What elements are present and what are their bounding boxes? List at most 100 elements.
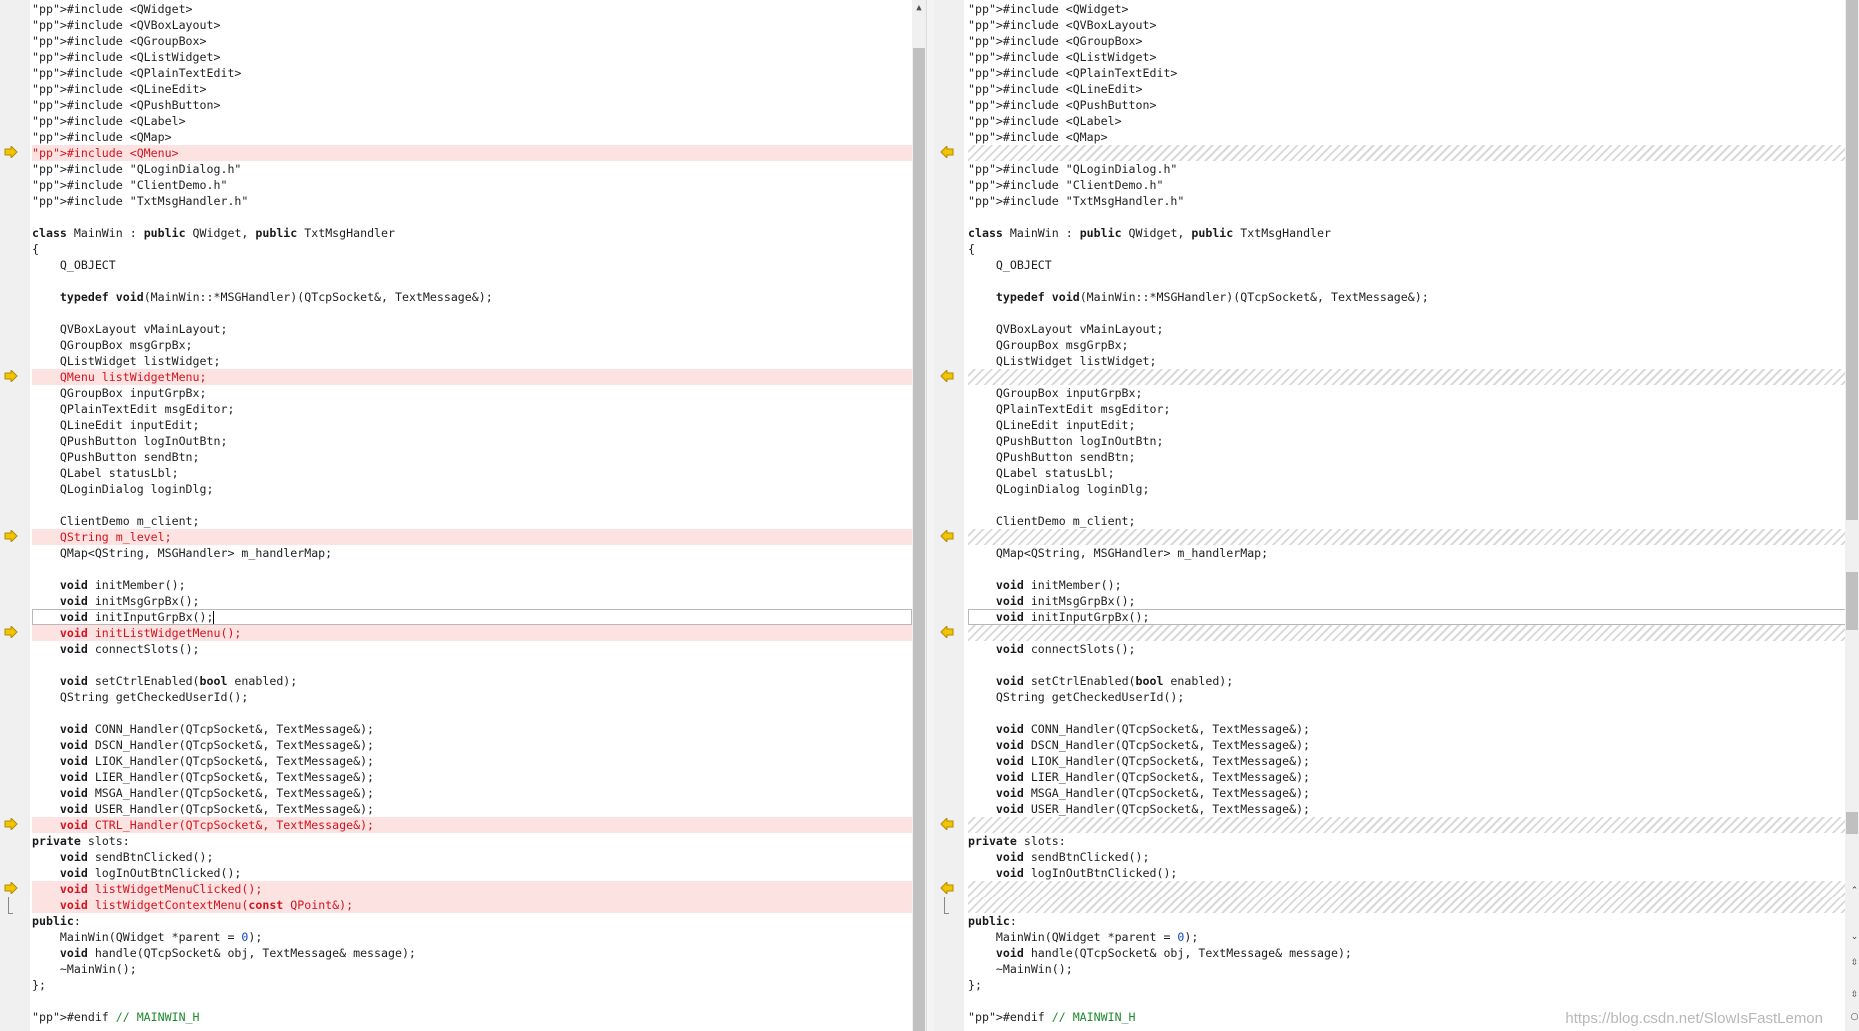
code-line[interactable]: ClientDemo m_client; — [968, 513, 1851, 529]
code-line[interactable]: void listWidgetMenuClicked(); — [4, 881, 912, 897]
code-line[interactable]: QGroupBox inputGrpBx; — [32, 385, 912, 401]
code-line[interactable]: void CONN_Handler(QTcpSocket&, TextMessa… — [32, 721, 912, 737]
code-line[interactable]: "pp">#include <QVBoxLayout> — [968, 17, 1851, 33]
code-line[interactable]: QPushButton logInOutBtn; — [32, 433, 912, 449]
code-line[interactable]: void MSGA_Handler(QTcpSocket&, TextMessa… — [968, 785, 1851, 801]
code-line[interactable]: QVBoxLayout vMainLayout; — [968, 321, 1851, 337]
arrow-right-icon[interactable] — [940, 146, 956, 160]
code-line[interactable]: void MSGA_Handler(QTcpSocket&, TextMessa… — [32, 785, 912, 801]
code-line[interactable]: void handle(QTcpSocket& obj, TextMessage… — [32, 945, 912, 961]
scroll-up-icon[interactable]: ▲ — [912, 0, 926, 16]
code-line[interactable]: void logInOutBtnClicked(); — [968, 865, 1851, 881]
code-line[interactable] — [940, 145, 1851, 161]
code-line[interactable] — [944, 897, 1851, 914]
code-line[interactable]: QLabel statusLbl; — [968, 465, 1851, 481]
code-line[interactable]: QLoginDialog loginDlg; — [968, 481, 1851, 497]
code-line[interactable]: QMenu listWidgetMenu; — [4, 369, 912, 385]
code-line[interactable]: QPlainTextEdit msgEditor; — [32, 401, 912, 417]
code-line[interactable]: private slots: — [968, 833, 1851, 849]
right-scrollbar-thumb[interactable] — [1846, 0, 1858, 520]
code-line[interactable]: void sendBtnClicked(); — [968, 849, 1851, 865]
code-line[interactable]: void initMember(); — [32, 577, 912, 593]
code-line[interactable]: "pp">#include <QWidget> — [968, 1, 1851, 17]
arrow-right-icon[interactable] — [940, 370, 956, 384]
code-line[interactable]: QString getCheckedUserId(); — [968, 689, 1851, 705]
code-line[interactable]: "pp">#include "TxtMsgHandler.h" — [32, 193, 912, 209]
code-line[interactable] — [940, 881, 1851, 897]
code-line[interactable]: QPlainTextEdit msgEditor; — [968, 401, 1851, 417]
code-line[interactable] — [32, 497, 912, 513]
code-line[interactable]: public: — [32, 913, 912, 929]
code-line[interactable]: QGroupBox msgGrpBx; — [32, 337, 912, 353]
code-line[interactable]: QLabel statusLbl; — [32, 465, 912, 481]
code-line[interactable]: typedef void(MainWin::*MSGHandler)(QTcpS… — [32, 289, 912, 305]
code-line[interactable]: void USER_Handler(QTcpSocket&, TextMessa… — [968, 801, 1851, 817]
code-line[interactable]: void CTRL_Handler(QTcpSocket&, TextMessa… — [4, 817, 912, 833]
code-line[interactable] — [968, 561, 1851, 577]
code-line[interactable]: class MainWin : public QWidget, public T… — [968, 225, 1851, 241]
arrow-right-icon[interactable] — [4, 146, 20, 160]
code-line[interactable] — [968, 657, 1851, 673]
code-line[interactable] — [968, 273, 1851, 289]
code-line[interactable] — [968, 497, 1851, 513]
code-line[interactable]: "pp">#include <QPushButton> — [968, 97, 1851, 113]
code-line[interactable] — [32, 705, 912, 721]
code-line[interactable]: void handle(QTcpSocket& obj, TextMessage… — [968, 945, 1851, 961]
code-line[interactable]: "pp">#include <QListWidget> — [32, 49, 912, 65]
code-line[interactable]: void logInOutBtnClicked(); — [32, 865, 912, 881]
code-line[interactable]: void LIER_Handler(QTcpSocket&, TextMessa… — [32, 769, 912, 785]
code-line[interactable]: void USER_Handler(QTcpSocket&, TextMessa… — [32, 801, 912, 817]
code-line[interactable]: void initInputGrpBx(); — [32, 609, 912, 625]
code-line[interactable]: "pp">#include <QMap> — [32, 129, 912, 145]
code-line[interactable]: "pp">#include <QVBoxLayout> — [32, 17, 912, 33]
settings-icon[interactable]: ○ — [1850, 1012, 1859, 1022]
code-line[interactable]: MainWin(QWidget *parent = 0); — [968, 929, 1851, 945]
code-line[interactable]: Q_OBJECT — [32, 257, 912, 273]
code-line[interactable]: ~MainWin(); — [968, 961, 1851, 977]
left-diff-pane[interactable]: "pp">#include <QWidget> "pp">#include <QV… — [0, 0, 912, 1031]
code-line[interactable]: QVBoxLayout vMainLayout; — [32, 321, 912, 337]
code-line[interactable]: void connectSlots(); — [968, 641, 1851, 657]
expand-icon[interactable]: ⇳ — [1850, 958, 1859, 968]
code-line[interactable]: QLineEdit inputEdit; — [32, 417, 912, 433]
code-line[interactable]: "pp">#include <QPlainTextEdit> — [968, 65, 1851, 81]
arrow-right-icon[interactable] — [4, 626, 20, 640]
right-diff-pane[interactable]: "pp">#include <QWidget> "pp">#include <QV… — [934, 0, 1851, 1031]
code-line[interactable]: "pp">#include <QMap> — [968, 129, 1851, 145]
code-line[interactable] — [32, 561, 912, 577]
code-line[interactable] — [940, 529, 1851, 545]
code-line[interactable]: MainWin(QWidget *parent = 0); — [32, 929, 912, 945]
code-line[interactable]: class MainWin : public QWidget, public T… — [32, 225, 912, 241]
code-line[interactable]: QMap<QString, MSGHandler> m_handlerMap; — [968, 545, 1851, 561]
code-line[interactable]: Q_OBJECT — [968, 257, 1851, 273]
code-line[interactable]: void CONN_Handler(QTcpSocket&, TextMessa… — [968, 721, 1851, 737]
code-line[interactable] — [32, 993, 912, 1009]
code-line[interactable]: QPushButton sendBtn; — [32, 449, 912, 465]
code-line[interactable]: typedef void(MainWin::*MSGHandler)(QTcpS… — [968, 289, 1851, 305]
code-line[interactable]: }; — [968, 977, 1851, 993]
code-line[interactable] — [940, 369, 1851, 385]
code-line[interactable] — [32, 657, 912, 673]
code-line[interactable]: QMap<QString, MSGHandler> m_handlerMap; — [32, 545, 912, 561]
code-line[interactable]: "pp">#include <QGroupBox> — [968, 33, 1851, 49]
chevron-up-icon[interactable]: ⌃ — [1850, 886, 1859, 896]
code-line[interactable]: QString m_level; — [4, 529, 912, 545]
code-line[interactable]: "pp">#include <QListWidget> — [968, 49, 1851, 65]
code-line[interactable]: "pp">#include <QGroupBox> — [32, 33, 912, 49]
code-line[interactable]: void initMsgGrpBx(); — [968, 593, 1851, 609]
code-line[interactable]: }; — [32, 977, 912, 993]
code-line[interactable]: "pp">#include <QPlainTextEdit> — [32, 65, 912, 81]
code-line[interactable]: QListWidget listWidget; — [968, 353, 1851, 369]
code-line[interactable]: void connectSlots(); — [32, 641, 912, 657]
code-line[interactable]: QLineEdit inputEdit; — [968, 417, 1851, 433]
code-line[interactable] — [968, 305, 1851, 321]
code-line[interactable]: void LIOK_Handler(QTcpSocket&, TextMessa… — [32, 753, 912, 769]
arrow-right-icon[interactable] — [940, 626, 956, 640]
collapse-icon[interactable]: ⇳ — [1850, 990, 1859, 1000]
code-line[interactable]: QLoginDialog loginDlg; — [32, 481, 912, 497]
code-line[interactable]: void setCtrlEnabled(bool enabled); — [32, 673, 912, 689]
right-scrollbar-thumb-3[interactable] — [1846, 812, 1858, 834]
code-line[interactable]: void setCtrlEnabled(bool enabled); — [968, 673, 1851, 689]
arrow-right-icon[interactable] — [4, 530, 20, 544]
arrow-right-icon[interactable] — [940, 882, 956, 896]
